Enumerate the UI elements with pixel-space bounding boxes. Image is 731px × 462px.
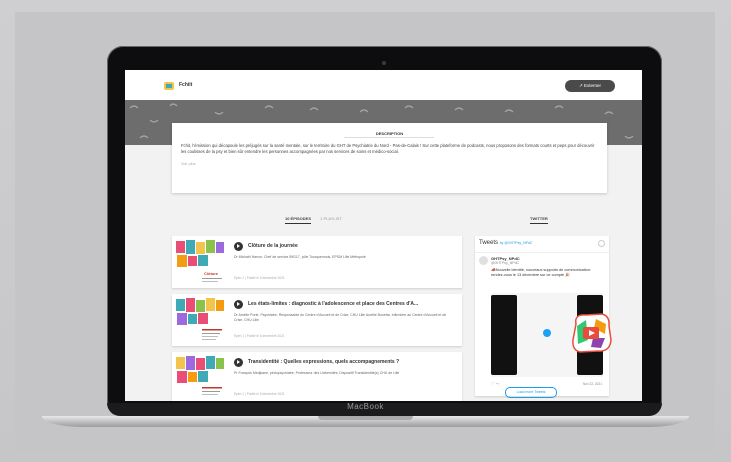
episode-speaker: Pr François Medjkane, pédopsychiatre, Pr… (234, 371, 400, 375)
media-dot (543, 329, 551, 337)
twitter-heading: TWITTER (530, 216, 548, 224)
tweet-author-handle[interactable]: @GHTPsy_NPdC (491, 261, 519, 265)
tweet-text: 📣Nouvelle identité, nouveaux supports de… (491, 268, 591, 277)
episode-speaker: Dr Amélie Porte, Psychiatre, Responsable… (234, 313, 447, 322)
play-icon[interactable] (234, 242, 243, 251)
tweets-header: Tweets by @GHTPsy_NPdC (479, 240, 532, 246)
laptop-brand-label: MacBook (347, 402, 384, 411)
tweet-date[interactable]: Nov 22, 2021 (583, 382, 602, 386)
tab-episodes[interactable]: 10 ÉPISODES (285, 216, 312, 224)
podcast-logo-icon (572, 313, 612, 353)
episode-thumbnail[interactable]: Clôture (174, 238, 226, 286)
laptop-base-notch (318, 416, 413, 420)
tweet-actions[interactable]: ♡ ↪ (491, 381, 499, 386)
site-name[interactable]: Fchiit (179, 82, 192, 88)
episode-meta: Epén 1 | Publié le 6 décembre 2021 (234, 334, 285, 338)
laptop-screen: Fchiit ↗ Externer DESCRIPTION Fchit, l'é… (125, 70, 642, 401)
load-more-tweets-button[interactable]: Load more Tweets (505, 387, 557, 398)
divider (475, 252, 609, 253)
top-bar: Fchiit ↗ Externer (125, 70, 642, 100)
camera (382, 61, 386, 65)
episode-card[interactable]: Clôture Clôture de la journée Dr Michaël… (172, 236, 462, 288)
episode-title[interactable]: Transidentité : Quelles expressions, que… (248, 359, 458, 365)
episode-thumbnail[interactable] (174, 354, 226, 401)
tweets-by-link[interactable]: by @GHTPsy_NPdC (500, 241, 533, 245)
description-card: DESCRIPTION Fchit, l'émission qui décapo… (172, 123, 607, 193)
avatar[interactable] (479, 256, 488, 265)
episode-meta: Epén 1 | Publié le 6 décembre 2021 (234, 276, 285, 280)
play-icon[interactable] (234, 300, 243, 309)
episode-tabs: 10 ÉPISODES 1 PLAYLIST (285, 216, 342, 224)
episode-title[interactable]: Clôture de la journée (248, 243, 458, 249)
site-logo-icon[interactable] (163, 80, 175, 92)
episode-meta: Epén 1 | Publié le 6 décembre 2021 (234, 392, 285, 396)
episode-title[interactable]: Les états-limites : diagnostic à l'adole… (248, 301, 458, 307)
play-icon[interactable] (234, 358, 243, 367)
episode-card[interactable]: Les états-limites : diagnostic à l'adole… (172, 294, 462, 346)
tweets-title: Tweets (479, 240, 499, 246)
episode-speaker: Dr Michaël Hanon, Chef de service 59G17,… (234, 255, 366, 259)
media-phone-left (491, 295, 517, 375)
episode-thumbnail[interactable] (174, 296, 226, 344)
description-divider (344, 137, 434, 138)
info-icon[interactable] (598, 240, 605, 247)
episode-card[interactable]: Transidentité : Quelles expressions, que… (172, 352, 462, 401)
description-text: Fchit, l'émission qui décapoule les préj… (181, 143, 595, 154)
see-more-link[interactable]: Voir plus (181, 162, 196, 166)
external-button[interactable]: ↗ Externer (565, 80, 615, 92)
svg-text:Clôture: Clôture (204, 271, 219, 276)
description-title: DESCRIPTION (375, 131, 404, 136)
tab-playlist[interactable]: 1 PLAYLIST (320, 216, 342, 221)
